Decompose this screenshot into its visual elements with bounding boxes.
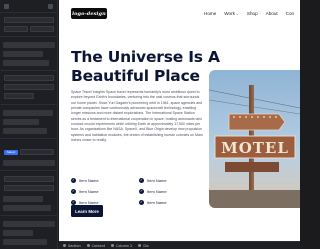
panel-row[interactable]	[3, 42, 55, 48]
nav-item-shop[interactable]: Shop	[247, 11, 258, 16]
feature-label: Item Name	[79, 178, 99, 183]
breadcrumb-item[interactable]: Column 2	[111, 244, 132, 248]
element-icon	[86, 244, 90, 247]
feature-item: ✓ Item Name	[71, 178, 139, 183]
feature-label: Item Name	[147, 178, 167, 183]
panel-field[interactable]	[4, 93, 34, 99]
panel-field[interactable]	[4, 176, 54, 182]
panel-field[interactable]	[30, 26, 54, 32]
nav-links: Home Work ⌄ Shop About Con	[204, 11, 294, 16]
feature-item: ✓ Item Name	[139, 189, 207, 194]
nav-item-home[interactable]: Home	[204, 11, 216, 16]
breadcrumb-label: Div	[143, 243, 149, 248]
feature-item: ✓ Item Name	[139, 178, 207, 183]
panel-divider	[0, 70, 58, 71]
panel-row[interactable]	[3, 230, 33, 236]
nav-label: About	[265, 11, 278, 16]
site-navbar: logo-design Home Work ⌄ Shop About Con	[59, 0, 300, 28]
feature-label: Item Name	[147, 189, 167, 194]
panel-select-badge[interactable]: Select	[4, 150, 18, 155]
editor-inspector-panel: Select	[0, 0, 58, 249]
breadcrumb-item[interactable]: Div	[138, 244, 149, 248]
panel-field[interactable]	[4, 185, 54, 191]
breadcrumb-item[interactable]: Content	[86, 243, 106, 248]
hero-title-line: The Universe Is A	[71, 48, 220, 66]
page-canvas: logo-design Home Work ⌄ Shop About Con T…	[59, 0, 300, 241]
element-icon	[111, 244, 115, 247]
panel-toggle-icon[interactable]	[48, 4, 53, 9]
panel-row[interactable]	[3, 205, 51, 211]
panel-row[interactable]	[3, 239, 47, 245]
panel-divider	[0, 104, 58, 105]
panel-row[interactable]	[3, 128, 47, 134]
panel-field[interactable]	[4, 75, 54, 81]
breadcrumb-label: Section	[68, 243, 81, 248]
check-icon: ✓	[71, 189, 76, 194]
breadcrumb-label: Column 2	[116, 243, 133, 248]
panel-row[interactable]	[3, 160, 55, 166]
panel-field[interactable]	[20, 149, 54, 155]
chevron-down-icon: ⌄	[235, 11, 239, 16]
nav-label: Con	[285, 11, 295, 16]
feature-list: ✓ Item Name ✓ Item Name ✓ Item Name ✓ Item N…	[71, 178, 211, 205]
motel-sign-image: MOTEL	[209, 70, 300, 208]
panel-row[interactable]	[3, 196, 43, 202]
panel-divider	[0, 138, 58, 139]
nav-label: Shop	[246, 11, 258, 16]
panel-divider	[0, 215, 58, 216]
feature-label: Item Name	[147, 200, 167, 205]
site-logo[interactable]: logo-design	[71, 8, 107, 19]
nav-item-about[interactable]: About	[266, 11, 278, 16]
element-icon	[138, 244, 142, 247]
nav-label: Home	[204, 11, 217, 16]
feature-item: ✓ Item Name	[71, 189, 139, 194]
panel-divider	[0, 170, 58, 171]
feature-label: Item Name	[79, 189, 99, 194]
panel-row[interactable]	[3, 51, 43, 57]
panel-field[interactable]	[4, 84, 54, 90]
element-icon	[63, 244, 66, 247]
check-icon: ✓	[139, 189, 144, 194]
panel-divider	[0, 36, 58, 37]
breadcrumb-label: Content	[91, 243, 106, 248]
panel-row[interactable]	[3, 60, 49, 66]
nav-item-work[interactable]: Work ⌄	[224, 11, 239, 16]
learn-more-button[interactable]: Learn More	[71, 205, 103, 217]
breadcrumb-item[interactable]: Section	[63, 244, 81, 248]
check-icon: ✓	[139, 200, 144, 205]
panel-field[interactable]	[4, 17, 54, 23]
panel-row[interactable]	[3, 110, 53, 116]
check-icon: ✓	[139, 178, 144, 183]
panel-menu-icon[interactable]	[4, 4, 9, 9]
editor-breadcrumb-bar: Section Content Column 2 Div	[59, 241, 300, 249]
panel-field[interactable]	[4, 26, 28, 32]
panel-row[interactable]	[3, 119, 39, 125]
check-icon: ✓	[71, 178, 76, 183]
feature-item: ✓ Item Name	[139, 200, 207, 205]
motel-sign-text: MOTEL	[221, 139, 289, 157]
panel-divider	[0, 12, 58, 13]
panel-row[interactable]	[3, 221, 55, 227]
nav-label: Work	[224, 11, 235, 16]
hero-body-text: Space Travel Insights Space travel repre…	[71, 90, 203, 143]
motel-sign-illustration: MOTEL	[209, 70, 300, 208]
nav-item-contact[interactable]: Con	[286, 11, 294, 16]
